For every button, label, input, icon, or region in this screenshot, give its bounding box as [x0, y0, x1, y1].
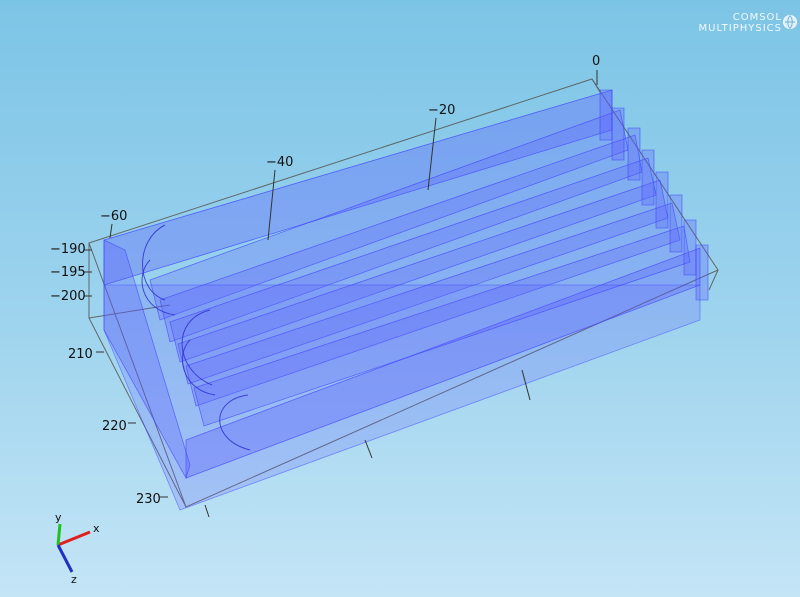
- tick-top-2: −40: [266, 155, 293, 170]
- tick-left-0: −190: [50, 242, 86, 257]
- tick-top-3: −60: [100, 209, 127, 224]
- triad-z-axis: [56, 544, 74, 573]
- graphics-viewport[interactable]: 0 −20 −40 −60 −190 −195 −200 210 220 230…: [0, 0, 800, 597]
- triad-x-label: x: [93, 522, 100, 535]
- triad-x-axis: [57, 530, 91, 547]
- tick-left-1: −195: [50, 265, 86, 280]
- tick-left-2: −200: [50, 289, 86, 304]
- tick-top-0: 0: [592, 54, 600, 69]
- tick-left-5: 230: [136, 492, 161, 507]
- tick-left-3: 210: [68, 347, 93, 362]
- triad-y-label: y: [55, 511, 62, 524]
- coordinate-triad: x y z: [55, 511, 100, 586]
- fin-plates: [103, 89, 709, 511]
- triad-z-label: z: [71, 573, 77, 586]
- tick-top-1: −20: [428, 103, 455, 118]
- tick-left-4: 220: [102, 419, 127, 434]
- triad-y-axis: [56, 523, 62, 546]
